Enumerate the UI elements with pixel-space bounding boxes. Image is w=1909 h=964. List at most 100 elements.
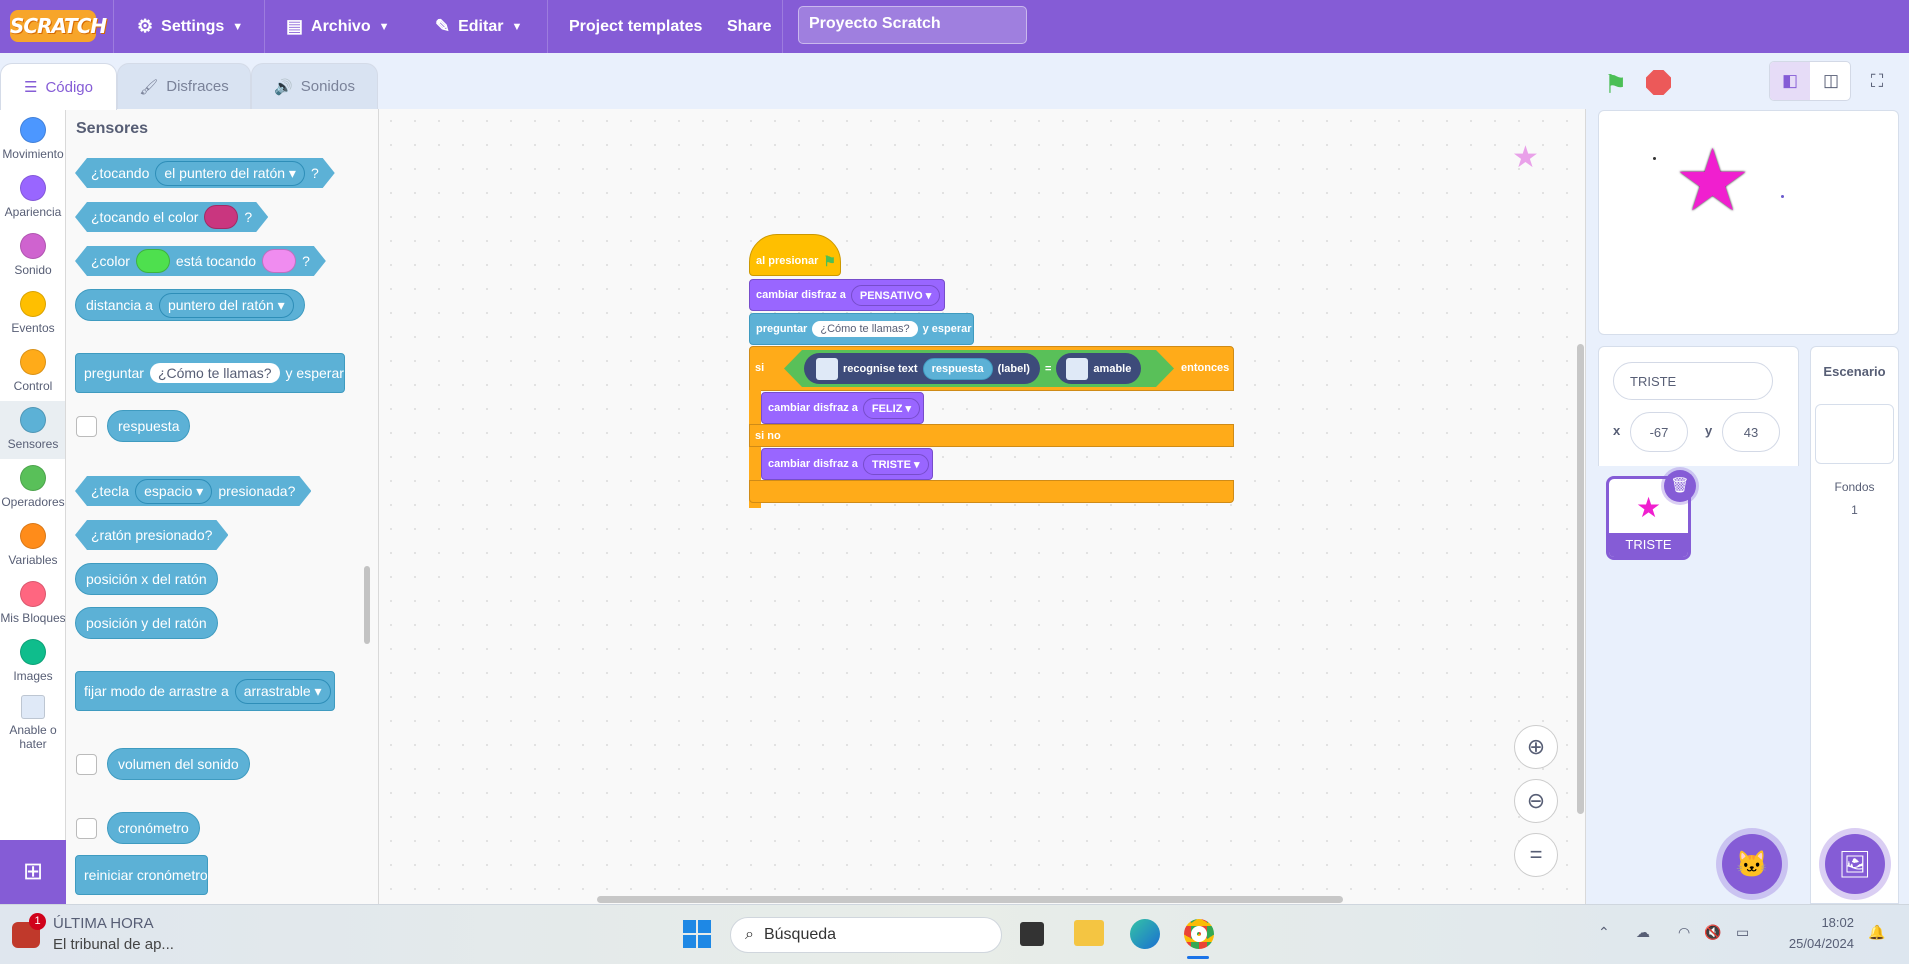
onedrive-icon[interactable]: ☁ (1636, 924, 1650, 941)
news-title[interactable]: ÚLTIMA HORA (53, 915, 154, 932)
block-reset-timer[interactable]: reiniciar cronómetro (75, 855, 208, 895)
tab-code[interactable]: ☰ Código (0, 63, 117, 110)
project-templates-link[interactable]: Project templates (569, 0, 702, 53)
tab-sounds[interactable]: 🔊 Sonidos (251, 63, 378, 109)
block-when-flag-clicked[interactable]: al presionar ⚑ (749, 234, 841, 276)
block-color-touching-color[interactable]: ¿color está tocando ? (75, 246, 326, 276)
category-menu: Movimiento Apariencia Sonido Eventos Con… (0, 109, 66, 840)
category-label: Control (13, 379, 53, 393)
block-label-value[interactable]: amable (1056, 353, 1141, 384)
touching-dropdown[interactable]: el puntero del ratón ▾ (155, 161, 305, 186)
workspace-vertical-scrollbar[interactable] (1577, 344, 1584, 814)
stop-icon[interactable] (1646, 70, 1671, 95)
category-motion[interactable]: Movimiento (0, 117, 65, 161)
palette-scrollbar[interactable] (364, 566, 370, 644)
category-operators[interactable]: Operadores (0, 465, 65, 509)
category-anable-o-hater[interactable]: Anable o hater (0, 695, 65, 751)
tray-chevron-up-icon[interactable]: ⌃ (1598, 924, 1610, 941)
block-touching[interactable]: ¿tocando el puntero del ratón ▾ ? (75, 158, 335, 188)
block-answer[interactable]: respuesta (107, 410, 191, 442)
zoom-reset-icon[interactable]: = (1514, 833, 1558, 877)
block-answer[interactable]: respuesta (923, 358, 993, 380)
color-swatch[interactable] (262, 249, 296, 273)
category-sensing[interactable]: Sensores (0, 401, 65, 459)
block-recognise-text[interactable]: recognise text respuesta (label) (804, 353, 1040, 384)
scratch-logo[interactable]: SCRATCH (10, 10, 107, 42)
sprite-y-input[interactable]: 43 (1722, 412, 1780, 452)
color-swatch[interactable] (136, 249, 170, 273)
edge-icon[interactable] (1130, 919, 1160, 949)
ask-input[interactable]: ¿Cómo te llamas? (149, 363, 280, 383)
large-stage-icon[interactable]: ◫ (1811, 62, 1851, 100)
sprite-x-input[interactable]: -67 (1630, 412, 1688, 452)
add-sprite-icon[interactable]: 🐱 (1722, 834, 1782, 894)
block-ask-and-wait[interactable]: preguntar ¿Cómo te llamas? y esperar (75, 353, 345, 393)
code-workspace[interactable] (379, 109, 1586, 904)
block-timer[interactable]: cronómetro (107, 812, 200, 844)
category-looks[interactable]: Apariencia (0, 175, 65, 219)
block-mouse-x[interactable]: posición x del ratón (75, 563, 218, 595)
block-switch-costume[interactable]: cambiar disfraz a FELIZ ▾ (761, 392, 924, 424)
battery-icon[interactable]: ▭ (1736, 924, 1749, 941)
green-flag-icon[interactable]: ⚑ (1604, 69, 1627, 100)
file-menu[interactable]: ▤ Archivo ▼ (286, 0, 389, 53)
notification-bell-icon[interactable]: 🔔 (1868, 924, 1885, 941)
project-title-input[interactable]: Proyecto Scratch (798, 6, 1027, 44)
costume-dropdown[interactable]: TRISTE ▾ (862, 453, 929, 475)
small-stage-icon[interactable]: ◧ (1770, 62, 1810, 100)
color-swatch[interactable] (204, 205, 238, 229)
zoom-in-icon[interactable]: ⊕ (1514, 725, 1558, 769)
block-distance-to[interactable]: distancia a puntero del ratón ▾ (75, 289, 305, 321)
category-control[interactable]: Control (0, 349, 65, 393)
block-mouse-y[interactable]: posición y del ratón (75, 607, 218, 639)
category-images[interactable]: Images (0, 639, 65, 683)
clock-date[interactable]: 25/04/2024 (1758, 936, 1854, 951)
costume-dropdown[interactable]: FELIZ ▾ (862, 397, 921, 419)
windows-start-icon[interactable] (683, 920, 711, 948)
timer-checkbox[interactable] (76, 818, 97, 839)
zoom-out-icon[interactable]: ⊖ (1514, 779, 1558, 823)
category-events[interactable]: Eventos (0, 291, 65, 335)
fullscreen-icon[interactable]: ⛶ (1862, 62, 1892, 100)
chrome-icon[interactable] (1184, 919, 1214, 949)
ask-input[interactable]: ¿Cómo te llamas? (812, 321, 918, 337)
loudness-checkbox[interactable] (76, 754, 97, 775)
block-key-pressed[interactable]: ¿tecla espacio ▾ presionada? (75, 476, 311, 506)
block-switch-costume[interactable]: cambiar disfraz a PENSATIVO ▾ (749, 279, 945, 311)
block-loudness[interactable]: volumen del sonido (107, 748, 250, 780)
category-sound[interactable]: Sonido (0, 233, 65, 277)
wifi-icon[interactable]: ◠ (1678, 924, 1690, 941)
taskbar-search[interactable]: ⌕ Búsqueda (730, 917, 1002, 953)
stage-canvas[interactable]: ★ (1598, 110, 1899, 335)
news-subtitle[interactable]: El tribunal de ap... (53, 936, 174, 953)
costume-dropdown[interactable]: PENSATIVO ▾ (850, 284, 941, 306)
block-switch-costume[interactable]: cambiar disfraz a TRISTE ▾ (761, 448, 933, 480)
add-extension-icon[interactable]: ⊞ (0, 840, 66, 904)
block-equals[interactable]: recognise text respuesta (label) = amabl… (784, 350, 1174, 387)
drag-mode-dropdown[interactable]: arrastrable ▾ (234, 678, 331, 704)
file-explorer-icon[interactable] (1074, 920, 1104, 946)
trash-icon[interactable]: 🗑 (1664, 470, 1696, 502)
tab-costumes[interactable]: 🖌 Disfraces (117, 63, 251, 109)
settings-menu[interactable]: ⚙ Settings ▼ (137, 0, 243, 53)
backdrop-thumbnail[interactable] (1815, 404, 1894, 464)
block-ask-and-wait[interactable]: preguntar ¿Cómo te llamas? y esperar (749, 313, 974, 345)
volume-muted-icon[interactable]: 🔇 (1704, 924, 1721, 941)
block-text: ¿color (91, 253, 130, 269)
block-mouse-down[interactable]: ¿ratón presionado? (75, 520, 228, 550)
block-touching-color[interactable]: ¿tocando el color ? (75, 202, 268, 232)
edit-menu[interactable]: ✎ Editar ▼ (435, 0, 522, 53)
category-variables[interactable]: Variables (0, 523, 65, 567)
block-set-drag-mode[interactable]: fijar modo de arrastre a arrastrable ▾ (75, 671, 335, 711)
category-my-blocks[interactable]: Mis Bloques (0, 581, 65, 625)
clock-time[interactable]: 18:02 (1758, 915, 1854, 930)
workspace-horizontal-scrollbar[interactable] (597, 896, 1343, 903)
add-backdrop-icon[interactable]: 🖼 (1825, 834, 1885, 894)
star-sprite[interactable]: ★ (1674, 138, 1751, 224)
key-dropdown[interactable]: espacio ▾ (135, 479, 212, 504)
sprite-name-input[interactable]: TRISTE (1613, 362, 1773, 400)
share-button[interactable]: Share (727, 0, 771, 53)
distance-dropdown[interactable]: puntero del ratón ▾ (158, 292, 294, 318)
answer-checkbox[interactable] (76, 416, 97, 437)
taskview-icon[interactable] (1020, 922, 1044, 946)
